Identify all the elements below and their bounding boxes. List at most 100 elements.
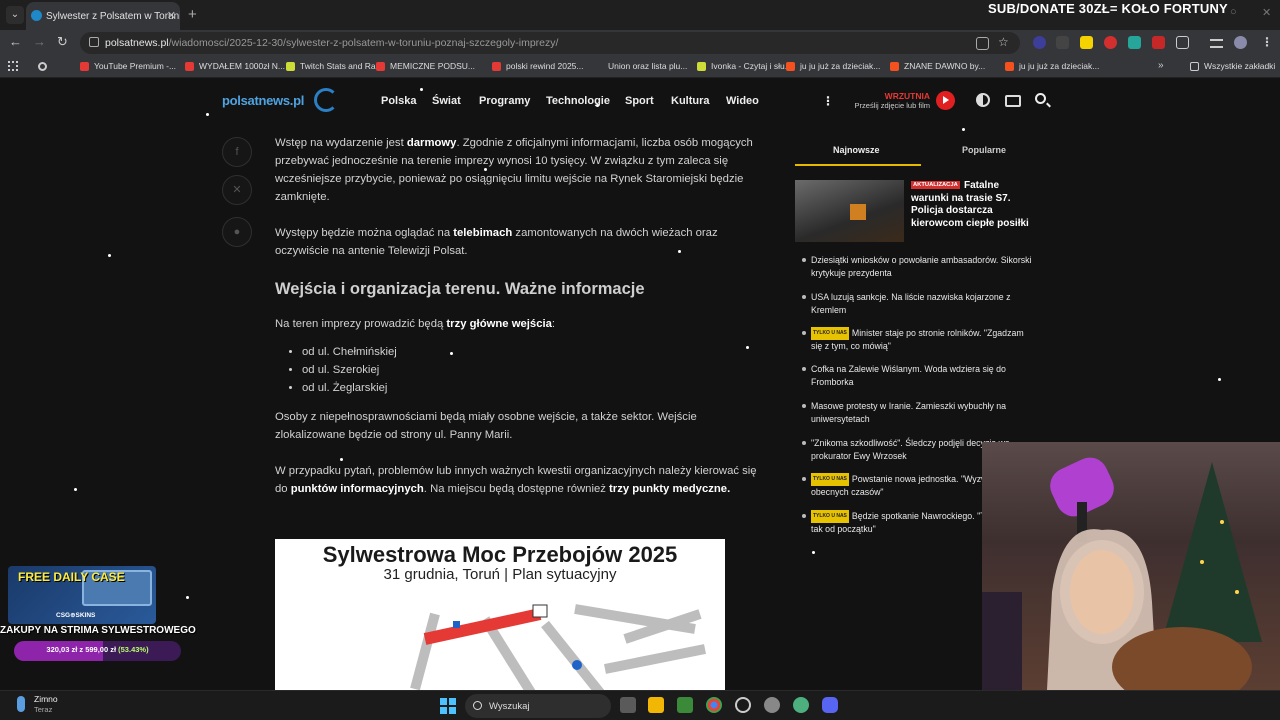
thermometer-icon[interactable]: [17, 696, 25, 712]
contrast-toggle-icon[interactable]: [976, 93, 990, 107]
update-badge: AKTUALIZACJA: [911, 181, 960, 189]
window-close-icon[interactable]: ✕: [1262, 6, 1271, 19]
facebook-share-icon[interactable]: f: [222, 137, 252, 167]
x-share-icon[interactable]: ✕: [222, 175, 252, 205]
bookmark-star-icon[interactable]: ☆: [998, 35, 1009, 49]
list-item: od ul. Żeglarskiej: [302, 379, 770, 397]
bookmark-favicon-icon: [80, 62, 89, 71]
mail-icon[interactable]: [1005, 95, 1021, 107]
clock-icon[interactable]: [735, 697, 751, 713]
nav-technologie[interactable]: Technologie: [546, 95, 610, 107]
nav-polska[interactable]: Polska: [381, 95, 416, 107]
goal-progress-text: 320,03 zł z 599,00 zł (53.43%): [46, 645, 149, 654]
nav-sport[interactable]: Sport: [625, 95, 654, 107]
exclusive-badge: TYLKO U NAS: [811, 510, 849, 523]
active-tab[interactable]: Sylwester z Polsatem w Toruniu. Poznaj s…: [26, 2, 180, 30]
nav-programy[interactable]: Programy: [479, 95, 530, 107]
wrzutnia-label[interactable]: WRZUTNIA: [846, 91, 930, 101]
news-title: Dziesiątki wniosków o powołanie ambasado…: [811, 255, 1032, 278]
discord-icon[interactable]: [822, 697, 838, 713]
tab-search-button[interactable]: ⌄: [6, 6, 24, 24]
chrome-icon[interactable]: [706, 697, 722, 713]
address-bar[interactable]: polsatnews.pl/wiadomosci/2025-12-30/sylw…: [80, 32, 1020, 54]
bookmark-favicon-icon: [185, 62, 194, 71]
site-info-icon[interactable]: [89, 37, 99, 47]
extension-icon[interactable]: [1080, 36, 1093, 49]
bookmark-item[interactable]: ZNANE DAWNO by...: [890, 61, 985, 71]
profile-avatar[interactable]: [1234, 36, 1247, 49]
site-logo[interactable]: polsatnews.pl: [222, 93, 304, 108]
reload-icon[interactable]: ↻: [57, 34, 68, 50]
task-view-icon[interactable]: [620, 697, 636, 713]
snowflake: [108, 254, 111, 257]
more-menu-icon[interactable]: ⋮: [822, 94, 834, 108]
snowflake: [340, 458, 343, 461]
extension-icon[interactable]: [1152, 36, 1165, 49]
bookmark-item[interactable]: ju ju już za dzieciak...: [786, 61, 880, 71]
news-list-item[interactable]: Dziesiątki wniosków o powołanie ambasado…: [802, 254, 1037, 279]
bookmark-favicon-icon: [594, 62, 603, 71]
tab-close-icon[interactable]: ✕: [167, 9, 176, 22]
bookmark-item[interactable]: polski rewind 2025...: [492, 61, 584, 71]
site-header: polsatnews.pl Polska Świat Programy Tech…: [0, 78, 1280, 124]
news-list-item[interactable]: TYLKO U NAS Minister staje po stronie rol…: [802, 327, 1037, 352]
wrzutnia-play-icon[interactable]: [936, 91, 955, 110]
app-icon[interactable]: [793, 697, 809, 713]
bookmark-item[interactable]: Twitch Stats and Ra...: [286, 61, 383, 71]
bookmark-favicon-icon: [890, 62, 899, 71]
exclusive-badge: TYLKO U NAS: [811, 327, 849, 340]
forward-icon[interactable]: →: [33, 34, 46, 49]
search-icon[interactable]: [1035, 93, 1046, 104]
app-icon[interactable]: [677, 697, 693, 713]
bookmark-item[interactable]: Ivonka - Czytaj i słu...: [697, 61, 792, 71]
section-heading: Wejścia i organizacja terenu. Ważne info…: [275, 280, 645, 298]
nav-kultura[interactable]: Kultura: [671, 95, 710, 107]
bookmark-favicon-icon: [697, 62, 706, 71]
bookmark-icon[interactable]: [38, 62, 47, 71]
new-tab-button[interactable]: +: [188, 6, 197, 23]
file-explorer-icon[interactable]: [648, 697, 664, 713]
browser-menu-icon[interactable]: ⋮: [1261, 35, 1273, 49]
snowflake: [186, 596, 189, 599]
taskbar-search[interactable]: Wyszukaj: [465, 694, 611, 718]
back-icon[interactable]: ←: [9, 34, 22, 49]
settings-gear-icon[interactable]: [764, 697, 780, 713]
more-bookmarks-icon[interactable]: »: [1158, 60, 1164, 71]
extension-icon[interactable]: [1056, 36, 1069, 49]
news-list-item[interactable]: Cofka na Zalewie Wiślanym. Woda wdziera …: [802, 363, 1037, 388]
tab-popularne[interactable]: Popularne: [962, 145, 1006, 155]
extension-icon[interactable]: [1033, 36, 1046, 49]
stream-overlay-text: SUB/DONATE 30ZŁ= KOŁO FORTUNY: [988, 1, 1228, 16]
news-list-item[interactable]: Masowe protesty w Iranie. Zamieszki wybu…: [802, 400, 1037, 425]
bookmark-favicon-icon: [1005, 62, 1014, 71]
weather-widget[interactable]: Zimno Teraz: [34, 694, 58, 715]
messenger-share-icon[interactable]: ●: [222, 217, 252, 247]
bookmark-item[interactable]: ju ju już za dzieciak...: [1005, 61, 1099, 71]
url-text[interactable]: polsatnews.pl/wiadomosci/2025-12-30/sylw…: [105, 37, 558, 49]
event-map-image[interactable]: Sylwestrowa Moc Przebojów 2025 31 grudni…: [275, 539, 725, 690]
extensions-puzzle-icon[interactable]: [1176, 36, 1189, 49]
bookmark-favicon-icon: [376, 62, 385, 71]
news-title: Masowe protesty w Iranie. Zamieszki wybu…: [811, 401, 1007, 424]
extension-icon[interactable]: [1104, 36, 1117, 49]
sidebar-tabs: Najnowsze Popularne: [795, 142, 1048, 166]
exclusive-badge: TYLKO U NAS: [811, 473, 849, 486]
nav-swiat[interactable]: Świat: [432, 95, 461, 107]
bookmark-item[interactable]: WYDAŁEM 1000zł N...: [185, 61, 285, 71]
news-list-item[interactable]: USA luzują sankcje. Na liście nazwiska k…: [802, 291, 1037, 316]
apps-grid-icon[interactable]: [8, 61, 18, 71]
nav-wideo[interactable]: Wideo: [726, 95, 759, 107]
bookmark-item[interactable]: MEMICZNE PODSU...: [376, 61, 475, 71]
minimize-icon[interactable]: ○: [1230, 6, 1237, 18]
reading-list-icon[interactable]: [1210, 39, 1223, 48]
bookmark-item[interactable]: YouTube Premium -...: [80, 61, 176, 71]
start-button[interactable]: [440, 698, 456, 714]
wrzutnia-subtitle[interactable]: Prześlij zdjęcie lub film: [836, 101, 930, 110]
tab-najnowsze[interactable]: Najnowsze: [833, 145, 880, 155]
paragraph: Osoby z niepełnosprawnościami będą miały…: [275, 411, 697, 441]
lead-news-image[interactable]: [795, 180, 904, 242]
install-app-icon[interactable]: [976, 37, 989, 50]
all-bookmarks-folder[interactable]: Wszystkie zakładki: [1190, 61, 1275, 71]
extension-icon[interactable]: [1128, 36, 1141, 49]
bookmark-item[interactable]: Union oraz lista plu...: [594, 61, 687, 71]
